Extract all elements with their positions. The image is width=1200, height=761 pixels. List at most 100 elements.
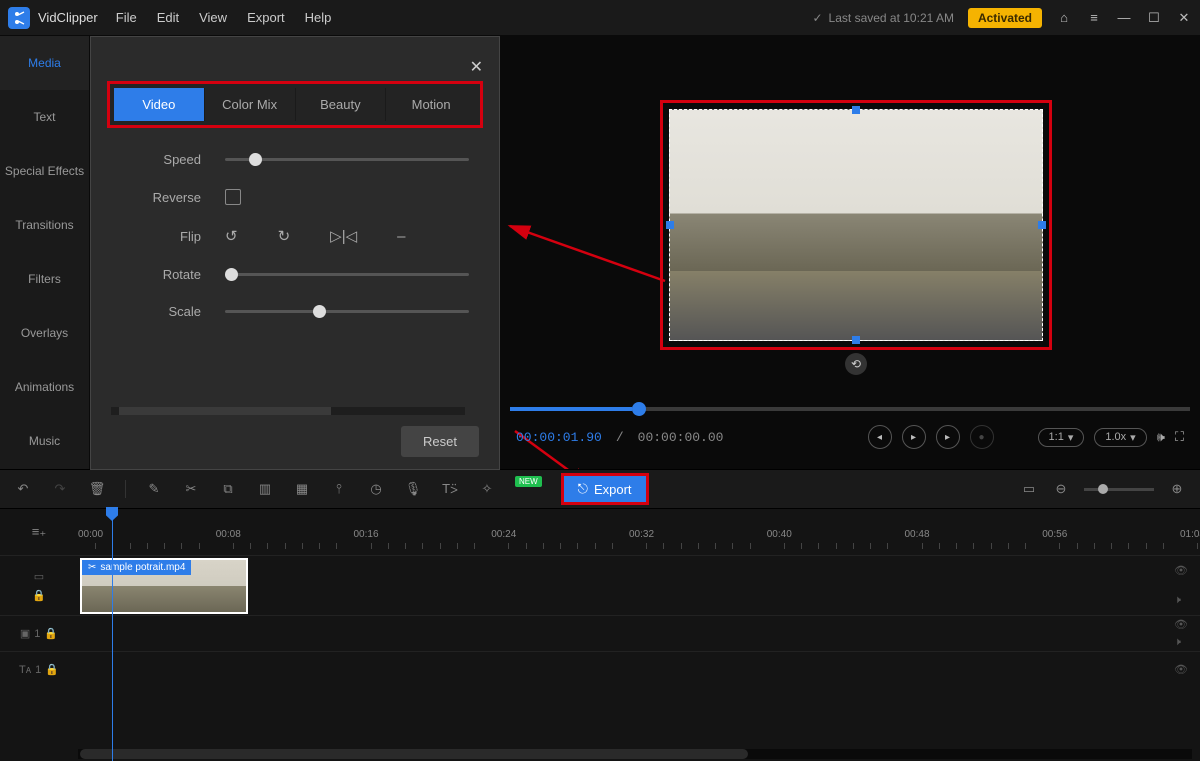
lock-icon[interactable]: 🔒	[45, 663, 59, 676]
fullscreen-icon[interactable]: ⛶	[1175, 429, 1184, 445]
timeline: ≡₊ 00:0000:0800:1600:2400:3200:4000:4800…	[0, 509, 1200, 761]
maximize-icon[interactable]: ☐	[1146, 10, 1162, 26]
color-icon[interactable]: ✧	[478, 480, 496, 498]
undo-icon[interactable]: ↶	[14, 480, 32, 498]
track-menu-icon[interactable]: ≡₊	[0, 509, 78, 555]
sidebar-item-filters[interactable]: Filters	[0, 252, 89, 306]
seek-bar[interactable]	[510, 407, 1190, 411]
text-track-head: Tᴀ 1 🔒	[0, 652, 78, 687]
zoom-in-icon[interactable]: ⊕	[1168, 480, 1186, 498]
play-icon[interactable]: ▸	[902, 425, 926, 449]
panel-close-icon[interactable]: ✕	[470, 57, 483, 77]
reset-button[interactable]: Reset	[401, 426, 479, 457]
text-to-speech-icon[interactable]: T⍩	[441, 480, 459, 498]
handle-bottom[interactable]	[852, 336, 860, 344]
film-icon: ▭	[34, 570, 44, 583]
record-icon[interactable]: ●	[970, 425, 994, 449]
lock-icon[interactable]: 🔒	[44, 627, 58, 640]
playhead[interactable]	[112, 509, 113, 761]
edit-icon[interactable]: ✎	[145, 480, 163, 498]
timeline-toolbar: ↶ ↷ 🗑 ✎ ✂ ⧉ ▥ ▦ ⫯ ◷ 🎙 T⍩ ✧ NEW ⎋ Export …	[0, 469, 1200, 509]
playback-speed-pill[interactable]: 1.0x▾	[1094, 428, 1146, 447]
sidebar-item-overlays[interactable]: Overlays	[0, 306, 89, 360]
stats-icon[interactable]: ⫯	[330, 480, 348, 498]
sidebar-item-special-effects[interactable]: Special Effects	[0, 144, 89, 198]
snapshot-icon[interactable]: ▭	[1020, 480, 1038, 498]
sidebar-item-text[interactable]: Text	[0, 90, 89, 144]
tab-video[interactable]: Video	[114, 88, 205, 121]
sidebar-item-animations[interactable]: Animations	[0, 360, 89, 414]
voice-icon[interactable]: 🎙	[404, 480, 422, 498]
sidebar-item-media[interactable]: Media	[0, 36, 89, 90]
next-frame-icon[interactable]: ▸	[936, 425, 960, 449]
mute-icon[interactable]: 🕨	[1174, 636, 1194, 649]
scale-slider[interactable]	[225, 310, 469, 313]
app-title: VidClipper	[38, 10, 98, 25]
loop-icon[interactable]: ⟲	[845, 353, 867, 375]
seek-thumb[interactable]	[632, 402, 646, 416]
tab-color-mix[interactable]: Color Mix	[205, 88, 296, 121]
rotate-cw-icon[interactable]: ↻	[278, 227, 291, 245]
minimize-icon[interactable]: —	[1116, 10, 1132, 26]
crop-icon[interactable]: ⧉	[219, 480, 237, 498]
duration-icon[interactable]: ◷	[367, 480, 385, 498]
reverse-label: Reverse	[121, 190, 201, 205]
preview-canvas[interactable]	[669, 109, 1043, 341]
panel-tabs: Video Color Mix Beauty Motion	[107, 81, 483, 128]
tab-motion[interactable]: Motion	[386, 88, 476, 121]
rotate-slider[interactable]	[225, 273, 469, 276]
reverse-checkbox[interactable]	[225, 189, 241, 205]
titlebar: VidClipper File Edit View Export Help ✓ …	[0, 0, 1200, 36]
sidebar-item-transitions[interactable]: Transitions	[0, 198, 89, 252]
video-clip[interactable]: ✂ sample potrait.mp4	[80, 558, 248, 614]
visibility-icon[interactable]: 👁	[1174, 663, 1194, 676]
text-track[interactable]: Tᴀ 1 🔒 👁	[0, 651, 1200, 687]
ruler-label: 00:32	[629, 529, 654, 540]
cut-icon[interactable]: ✂	[182, 480, 200, 498]
flip-vertical-icon[interactable]: –	[397, 228, 405, 245]
export-highlight: ⎋ Export	[561, 473, 649, 505]
tab-beauty[interactable]: Beauty	[296, 88, 387, 121]
time-ruler[interactable]: 00:0000:0800:1600:2400:3200:4000:4800:56…	[78, 509, 1200, 555]
zoom-slider[interactable]	[1084, 488, 1154, 491]
home-icon[interactable]: ⌂	[1056, 10, 1072, 26]
menu-file[interactable]: File	[116, 10, 137, 25]
redo-icon[interactable]: ↷	[51, 480, 69, 498]
visibility-icon[interactable]: 👁	[1174, 564, 1194, 577]
clip-name: sample potrait.mp4	[100, 562, 185, 573]
close-icon[interactable]: ✕	[1176, 10, 1192, 26]
aspect-ratio-pill[interactable]: 1:1▾	[1038, 428, 1085, 447]
main-menu: File Edit View Export Help	[116, 10, 332, 25]
visibility-icon[interactable]: 👁	[1174, 618, 1194, 631]
handle-right[interactable]	[1038, 221, 1046, 229]
menu-export[interactable]: Export	[247, 10, 285, 25]
menu-edit[interactable]: Edit	[157, 10, 179, 25]
lock-icon[interactable]: 🔒	[32, 589, 46, 602]
handle-top[interactable]	[852, 106, 860, 114]
hamburger-icon[interactable]: ≡	[1086, 10, 1102, 26]
volume-icon[interactable]: 🕪	[1157, 429, 1165, 445]
timeline-scrollbar[interactable]	[78, 749, 1192, 759]
mosaic-icon[interactable]: ▦	[293, 480, 311, 498]
zoom-out-icon[interactable]: ⊖	[1052, 480, 1070, 498]
overlay-track[interactable]: ▣ 1 🔒 👁🕨	[0, 615, 1200, 651]
video-track[interactable]: ▭ 🔒 ✂ sample potrait.mp4 👁 🕨	[0, 555, 1200, 615]
sidebar-item-music[interactable]: Music	[0, 414, 89, 468]
handle-left[interactable]	[666, 221, 674, 229]
export-button[interactable]: ⎋ Export	[564, 476, 646, 502]
activated-badge[interactable]: Activated	[968, 8, 1042, 28]
menu-view[interactable]: View	[199, 10, 227, 25]
delete-icon[interactable]: 🗑	[88, 480, 106, 498]
rotate-label: Rotate	[121, 267, 201, 282]
menu-help[interactable]: Help	[305, 10, 332, 25]
mute-icon[interactable]: 🕨	[1174, 594, 1194, 607]
playback-bar: 00:00:01.90 / 00:00:00.00 ◂ ▸ ▸ ● 1:1▾ 1…	[500, 407, 1200, 469]
panel-scrollbar[interactable]	[111, 407, 465, 415]
flip-horizontal-icon[interactable]: ▷|◁	[330, 227, 357, 245]
check-icon: ✓	[812, 11, 822, 25]
prev-frame-icon[interactable]: ◂	[868, 425, 892, 449]
split-icon[interactable]: ▥	[256, 480, 274, 498]
speed-slider[interactable]	[225, 158, 469, 161]
rotate-ccw-icon[interactable]: ↺	[225, 227, 238, 245]
timecode-sep: /	[616, 430, 624, 445]
